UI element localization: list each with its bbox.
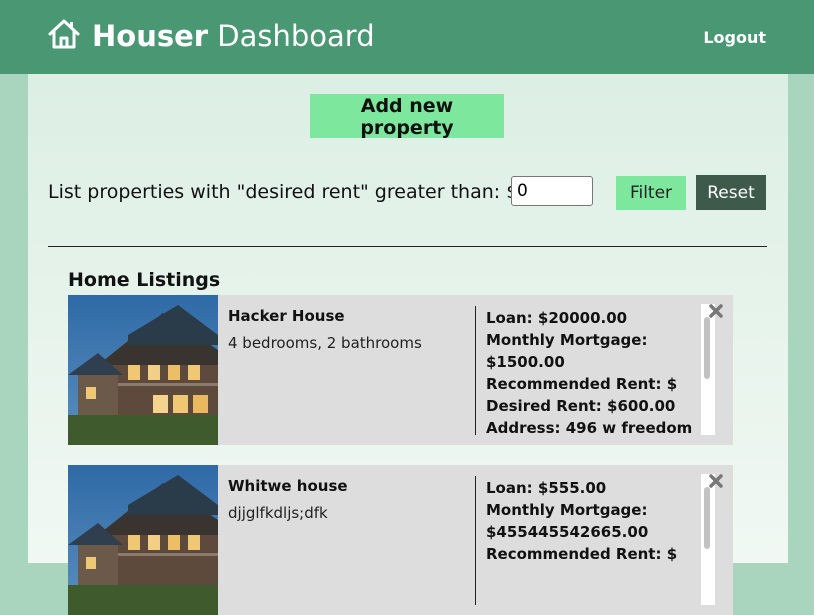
close-icon[interactable] <box>708 473 724 489</box>
scrollbar-thumb[interactable] <box>704 317 710 379</box>
listing-desired-rent: Desired Rent: $600.00 <box>486 397 676 415</box>
listings-heading: Home Listings <box>68 269 221 291</box>
app-title: Houser Dashboard <box>92 18 375 54</box>
desired-rent-input[interactable] <box>511 176 593 206</box>
divider <box>48 246 767 247</box>
listing-mortgage-label: Monthly Mortgage: <box>486 501 648 519</box>
logout-link[interactable]: Logout <box>703 28 766 47</box>
listing-card: Whitwe house djjglfkdljs;dfk Loan: $555.… <box>68 465 733 615</box>
listing-mortgage-label: Monthly Mortgage: <box>486 331 648 349</box>
listing-details: Loan: $555.00 Monthly Mortgage: $4554455… <box>486 477 698 565</box>
listing-description: djjglfkdljs;dfk <box>228 504 328 522</box>
add-property-button[interactable]: Add new property <box>310 94 504 139</box>
listing-name: Whitwe house <box>228 477 348 495</box>
main-panel: Add new property List properties with "d… <box>28 74 788 615</box>
scrollbar-thumb[interactable] <box>704 487 710 549</box>
listing-name: Hacker House <box>228 307 345 325</box>
filter-button[interactable]: Filter <box>616 176 686 210</box>
listing-mortgage-value: $1500.00 <box>486 353 565 371</box>
listing-divider <box>475 306 476 435</box>
listing-loan: Loan: $20000.00 <box>486 309 628 327</box>
brand-bold: Houser <box>92 19 209 53</box>
listing-recommended-rent: Recommended Rent: $ <box>486 545 678 563</box>
house-icon <box>48 19 80 49</box>
listing-card: Hacker House 4 bedrooms, 2 bathrooms Loa… <box>68 295 733 445</box>
listing-recommended-rent: Recommended Rent: $ <box>486 375 678 393</box>
reset-button[interactable]: Reset <box>696 175 766 210</box>
listing-description: 4 bedrooms, 2 bathrooms <box>228 334 422 352</box>
property-photo <box>68 465 218 615</box>
filter-label: List properties with "desired rent" grea… <box>48 181 519 203</box>
app-header: Houser Dashboard Logout <box>0 0 814 74</box>
listing-details: Loan: $20000.00 Monthly Mortgage: $1500.… <box>486 307 698 439</box>
listing-mortgage-value: $455445542665.00 <box>486 523 649 541</box>
listing-loan: Loan: $555.00 <box>486 479 607 497</box>
listing-divider <box>475 476 476 605</box>
close-icon[interactable] <box>708 303 724 319</box>
listing-address: Address: 496 w freedom <box>486 419 693 437</box>
property-photo <box>68 295 218 445</box>
brand-rest: Dashboard <box>217 19 375 53</box>
